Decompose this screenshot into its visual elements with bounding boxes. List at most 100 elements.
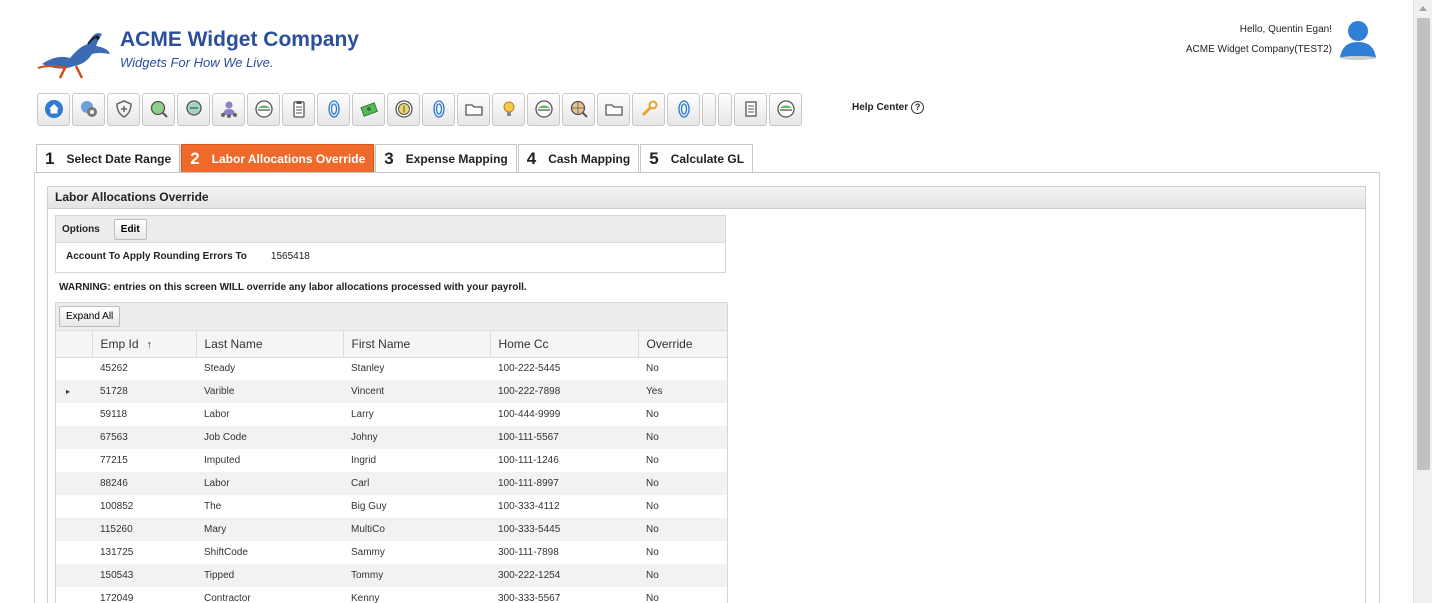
company-logo[interactable]: ACME Widget Company Widgets For How We L… xyxy=(36,24,376,80)
row-expander-icon[interactable]: ▸ xyxy=(56,380,92,403)
user-avatar-icon[interactable] xyxy=(1338,18,1378,60)
cell-home-cc: 100-111-8997 xyxy=(490,472,638,495)
cell-emp-id: 67563 xyxy=(92,426,196,449)
row-expander-icon[interactable] xyxy=(56,541,92,564)
folder-icon[interactable] xyxy=(457,92,490,126)
cell-home-cc: 300-111-7898 xyxy=(498,547,559,558)
shield-icon[interactable] xyxy=(107,92,140,126)
cell-last-name: Contractor xyxy=(204,593,251,603)
panel-title: Labor Allocations Override xyxy=(48,187,1365,209)
cell-override: No xyxy=(646,547,659,558)
cell-last-name: Labor xyxy=(196,472,343,495)
company-name: ACME Widget Company xyxy=(120,28,359,51)
people-icon[interactable] xyxy=(212,92,245,126)
row-expander-icon[interactable] xyxy=(56,472,92,495)
edit-button[interactable]: Edit xyxy=(113,218,147,240)
tab-expense-mapping[interactable]: 3 Expense Mapping xyxy=(375,144,517,172)
home-icon[interactable] xyxy=(37,92,70,126)
cell-override: No xyxy=(638,518,727,541)
row-expander-icon[interactable] xyxy=(56,518,92,541)
cell-emp-id: 131725 xyxy=(100,547,134,558)
row-expander-icon[interactable] xyxy=(56,495,92,518)
globe-search-icon[interactable] xyxy=(562,92,595,126)
table-row[interactable]: ▸ 51728 Varible Vincent 100-222-7898 Yes xyxy=(56,380,727,403)
tab-label: Select Date Range xyxy=(66,151,172,166)
blank-icon[interactable] xyxy=(702,92,716,126)
cell-first-name: Ingrid xyxy=(351,455,377,466)
chat-icon[interactable] xyxy=(177,92,210,126)
fingerprint-icon[interactable] xyxy=(317,92,350,126)
column-header-last-name[interactable]: Last Name xyxy=(196,331,344,358)
document-icon[interactable] xyxy=(734,92,767,126)
fingerprint-icon[interactable] xyxy=(422,92,455,126)
page-scrollbar[interactable] xyxy=(1413,0,1432,603)
table-row[interactable]: 67563 Job Code Johny 100-111-5567 No xyxy=(56,426,727,449)
tab-calculate-gl[interactable]: 5 Calculate GL xyxy=(640,144,754,172)
cell-override: No xyxy=(646,593,659,603)
cell-emp-id: 115260 xyxy=(92,518,196,541)
cell-first-name: Larry xyxy=(351,409,374,420)
table-row[interactable]: 59118 Labor Larry 100-444-9999 No xyxy=(56,403,727,426)
row-expander-icon[interactable] xyxy=(56,587,92,603)
folder-icon[interactable] xyxy=(597,92,630,126)
column-header-label: Last Name xyxy=(204,336,263,351)
cell-last-name: Tipped xyxy=(196,564,343,587)
blank-icon[interactable] xyxy=(718,92,732,126)
fingerprint-icon[interactable] xyxy=(667,92,700,126)
app-toolbar xyxy=(37,92,802,126)
help-question-icon: ? xyxy=(911,101,925,114)
column-header-first-name[interactable]: First Name xyxy=(343,331,491,358)
row-expander-icon[interactable] xyxy=(56,357,92,380)
cell-emp-id: 59118 xyxy=(100,409,128,420)
column-header-override[interactable]: Override xyxy=(638,331,727,358)
dish-icon[interactable] xyxy=(527,92,560,126)
row-expander-icon[interactable] xyxy=(56,449,92,472)
settings-gear-icon[interactable] xyxy=(72,92,105,126)
company-tagline: Widgets For How We Live. xyxy=(120,55,274,70)
cell-last-name: Job Code xyxy=(196,426,343,449)
row-expander-icon[interactable] xyxy=(56,564,92,587)
scrollbar-thumb[interactable] xyxy=(1417,18,1430,470)
cell-first-name: MultiCo xyxy=(343,518,490,541)
tab-labor-allocations-override[interactable]: 2 Labor Allocations Override xyxy=(181,144,375,173)
cell-home-cc: 300-333-5567 xyxy=(498,593,561,603)
wizard-tabs: 1 Select Date Range 2 Labor Allocations … xyxy=(36,144,754,173)
table-header-row: Emp Id ↑ Last Name First Name Home Cc Ove… xyxy=(56,331,727,358)
help-center-link[interactable]: Help Center ? xyxy=(852,101,925,114)
money-icon[interactable] xyxy=(352,92,385,126)
cell-emp-id: 51728 xyxy=(92,380,196,403)
scroll-up-arrow-icon[interactable] xyxy=(1419,6,1427,11)
table-row[interactable]: 172049 Contractor Kenny 300-333-5567 No xyxy=(56,587,727,603)
lightbulb-icon[interactable] xyxy=(492,92,525,126)
cell-first-name: Stanley xyxy=(351,363,385,375)
employee-table: Emp Id ↑ Last Name First Name Home Cc Ove… xyxy=(56,331,727,603)
table-row[interactable]: 100852 The Big Guy 100-333-4112 No xyxy=(56,495,727,518)
dish-icon[interactable] xyxy=(247,92,280,126)
dollar-coin-icon[interactable] xyxy=(387,92,420,126)
tab-select-date-range[interactable]: 1 Select Date Range xyxy=(36,144,181,172)
cell-emp-id: 150543 xyxy=(92,564,196,587)
column-header-emp-id[interactable]: Emp Id ↑ xyxy=(92,331,197,358)
row-expander-icon[interactable] xyxy=(56,426,92,449)
table-row[interactable]: 77215 Imputed Ingrid 100-111-1246 No xyxy=(56,449,727,472)
help-center-label: Help Center xyxy=(852,102,909,113)
clipboard-icon[interactable] xyxy=(282,92,315,126)
expand-all-button[interactable]: Expand All xyxy=(59,306,121,327)
dish-icon[interactable] xyxy=(769,92,802,126)
cell-emp-id: 88246 xyxy=(92,472,196,495)
cell-override: No xyxy=(638,426,727,449)
table-row[interactable]: 150543 Tipped Tommy 300-222-1254 No xyxy=(56,564,727,587)
cell-last-name: Imputed xyxy=(204,455,241,466)
table-row[interactable]: 131725 ShiftCode Sammy 300-111-7898 No xyxy=(56,541,727,564)
table-row[interactable]: 45262 Steady Stanley 100-222-5445 No xyxy=(56,357,727,380)
user-greeting: Hello, Quentin Egan! xyxy=(1239,24,1332,35)
cell-last-name: Mary xyxy=(196,518,343,541)
table-row[interactable]: 115260 Mary MultiCo 100-333-5445 No xyxy=(56,518,727,541)
column-header-home-cc[interactable]: Home Cc xyxy=(490,331,639,358)
search-icon[interactable] xyxy=(142,92,175,126)
wrench-icon[interactable] xyxy=(632,92,665,126)
row-expander-icon[interactable] xyxy=(56,403,92,426)
table-row[interactable]: 88246 Labor Carl 100-111-8997 No xyxy=(56,472,727,495)
sort-ascending-icon: ↑ xyxy=(146,338,153,351)
tab-cash-mapping[interactable]: 4 Cash Mapping xyxy=(517,144,640,172)
